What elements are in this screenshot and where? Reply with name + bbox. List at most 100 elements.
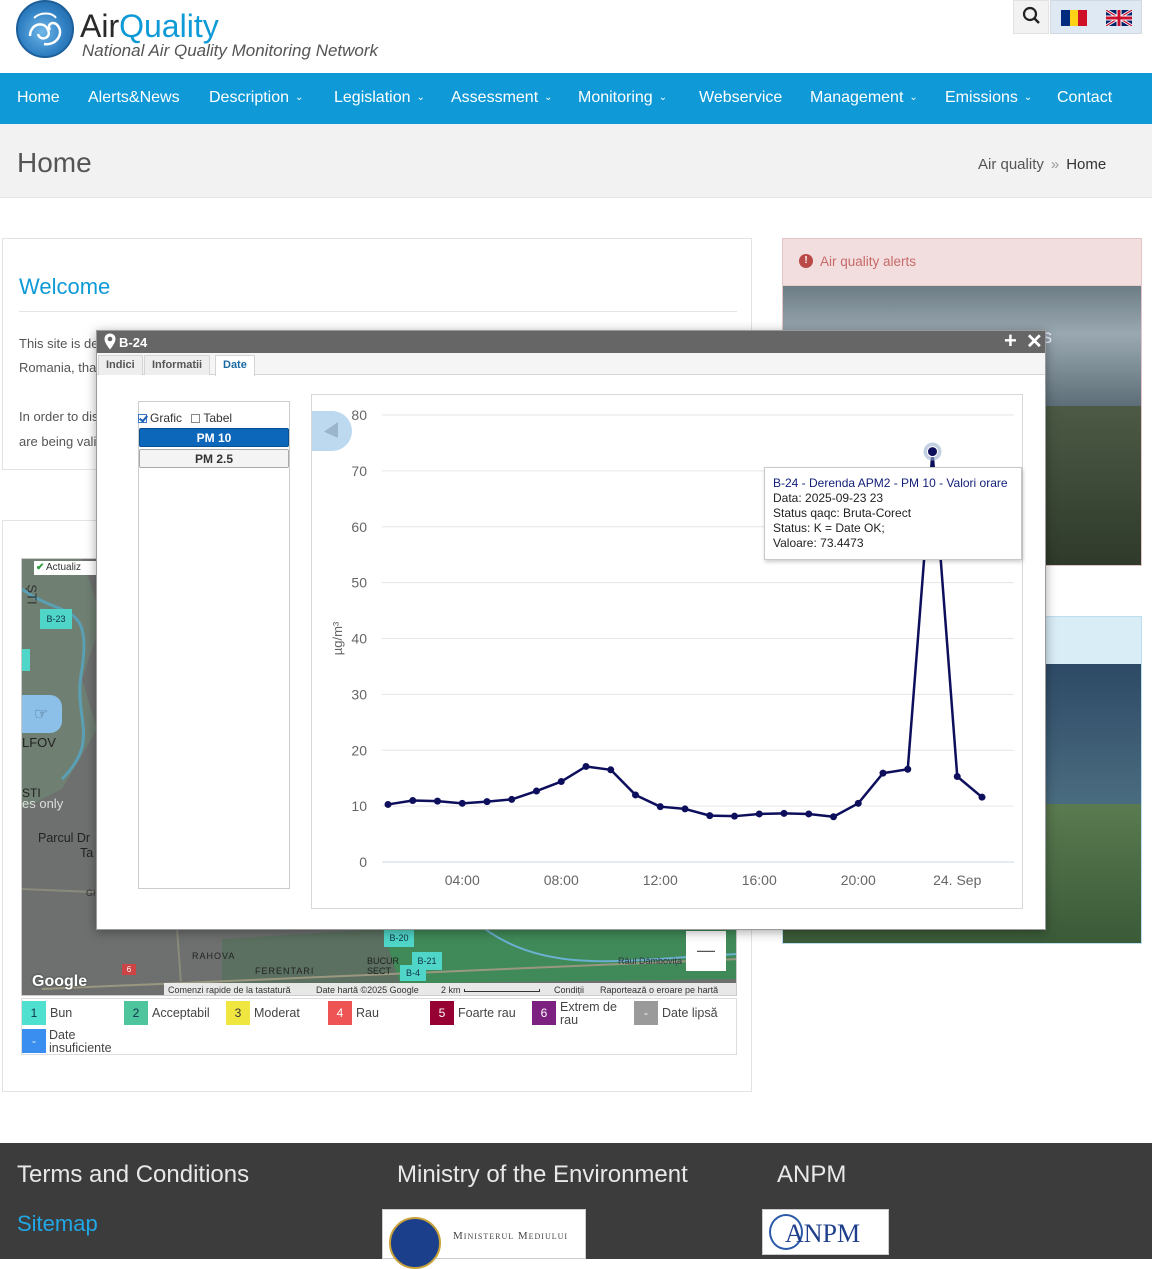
x-tick-label: 16:00 [742, 872, 777, 888]
map-label: Ta [80, 846, 94, 860]
site-header: AirQuality National Air Quality Monitori… [0, 0, 1152, 72]
tooltip-date: Data: 2025-09-23 23 [773, 491, 884, 505]
x-tick-label: 24. Sep [933, 872, 981, 888]
legend-label: Bun [50, 1006, 73, 1020]
station-data-dialog: B-24 + ✕ Indici Informatii Date Grafic T… [96, 330, 1046, 930]
chevron-down-icon: ⌄ [909, 92, 918, 103]
map-label: Parcul Dr [38, 831, 91, 845]
footer-terms-title[interactable]: Terms and Conditions [17, 1161, 249, 1189]
road-number-badge: 6 [122, 964, 136, 975]
map-toggle-button[interactable]: ☞ [22, 695, 62, 733]
grafic-label[interactable]: Grafic [150, 411, 182, 425]
page-title: Home [17, 147, 92, 178]
chevron-down-icon: ⌄ [658, 92, 668, 103]
station-marker[interactable]: B-4 [400, 965, 426, 981]
map-label: es only [22, 796, 64, 811]
footer-ministry-title: Ministry of the Environment [397, 1161, 688, 1188]
station-marker[interactable]: B-20 [384, 929, 414, 947]
logo-icon[interactable] [16, 0, 74, 58]
welcome-text-line: Romania, tha [19, 360, 97, 375]
close-icon[interactable]: ✕ [1026, 331, 1043, 353]
welcome-title: Welcome [19, 274, 111, 299]
keyboard-shortcuts-link[interactable]: Comenzi rapide de la tastatură [168, 983, 291, 995]
tabel-checkbox[interactable] [191, 414, 201, 423]
data-point [607, 766, 615, 774]
map-label: LFOV [22, 735, 56, 750]
alerts-header[interactable]: ! Air quality alerts [783, 239, 1141, 286]
tab-date[interactable]: Date [215, 355, 255, 376]
report-error-link[interactable]: Raportează o eroare pe hartă [600, 983, 718, 995]
government-seal-icon [389, 1217, 441, 1269]
map-label: FERENTARI [255, 966, 315, 976]
terms-link[interactable]: Condiții [554, 983, 584, 995]
tooltip-title: B-24 - Derenda APM2 - PM 10 - Valori ora… [773, 476, 1008, 490]
chart-container: 0 10 20 30 40 50 60 70 80 µg/m³ 04:00 08:00 12:00 16:… [311, 394, 1023, 909]
logo-title[interactable]: AirQuality [80, 8, 219, 45]
y-axis-title: µg/m³ [330, 621, 345, 655]
data-point [458, 799, 466, 807]
map-label: BUCUR [367, 956, 400, 966]
ministry-logo[interactable]: Ministerul Mediului [382, 1209, 586, 1269]
update-badge[interactable]: ✔ Actualiz [34, 561, 104, 575]
chevron-down-icon: ⌄ [295, 92, 304, 103]
x-tick-label: 04:00 [445, 872, 480, 888]
data-point [805, 810, 813, 818]
nav-legislation[interactable]: Legislation ⌄ [334, 89, 425, 107]
map-data-label: Date hartă ©2025 Google [316, 985, 419, 995]
tab-indici[interactable]: Indici [98, 355, 143, 375]
nav-contact[interactable]: Contact [1057, 89, 1112, 107]
sitemap-link[interactable]: Sitemap [17, 1211, 98, 1237]
data-point [904, 765, 912, 773]
breadcrumb-separator: » [1050, 156, 1060, 173]
data-point [830, 813, 837, 821]
nav-webservice[interactable]: Webservice [699, 89, 782, 107]
data-point [953, 773, 961, 781]
page-title-bar: Home Air quality » Home [0, 124, 1152, 198]
data-point [483, 798, 491, 806]
pm25-button[interactable]: PM 2.5 [139, 449, 289, 468]
legend-swatch: - [634, 1001, 658, 1025]
tabel-label[interactable]: Tabel [203, 411, 232, 425]
tooltip-status: Status: K = Date OK; [773, 521, 885, 535]
divider [19, 311, 737, 312]
y-tick-label: 10 [351, 798, 367, 814]
zoom-out-button[interactable]: — [686, 931, 726, 971]
tab-informatii[interactable]: Informatii [144, 355, 211, 375]
nav-assessment[interactable]: Assessment ⌄ [451, 89, 553, 107]
pm10-button[interactable]: PM 10 [139, 428, 289, 447]
nav-monitoring[interactable]: Monitoring ⌄ [578, 89, 667, 107]
nav-alerts-news[interactable]: Alerts&News [88, 89, 180, 107]
romania-flag-icon[interactable] [1061, 10, 1087, 26]
x-tick-label: 20:00 [841, 872, 876, 888]
station-marker[interactable]: B-23 [40, 609, 72, 629]
nav-home[interactable]: Home [17, 89, 60, 107]
map-label: RAHOVA [192, 951, 236, 961]
welcome-text-line: In order to dis [19, 409, 99, 424]
anpm-logo[interactable]: ANPM [762, 1209, 889, 1255]
nav-emissions[interactable]: Emissions ⌄ [945, 89, 1032, 107]
chart-menu-toggle[interactable] [312, 411, 352, 451]
search-icon [1022, 6, 1040, 24]
data-point [854, 799, 862, 807]
scale-label[interactable]: 2 km [441, 983, 461, 995]
chevron-down-icon: ⌄ [544, 92, 553, 103]
y-tick-label: 80 [351, 407, 367, 423]
search-button[interactable] [1013, 0, 1049, 34]
station-marker-partial[interactable] [22, 649, 30, 671]
dialog-title-bar[interactable]: B-24 + ✕ [97, 330, 1045, 353]
nav-description[interactable]: Description ⌄ [209, 89, 303, 107]
scale-bar [464, 989, 540, 992]
data-point [434, 797, 441, 805]
legend-swatch: 6 [532, 1001, 556, 1025]
legend-label: Date insuficiente [49, 1028, 112, 1055]
maximize-icon[interactable]: + [1004, 330, 1017, 352]
logo-subtitle: National Air Quality Monitoring Network [82, 41, 379, 60]
grafic-checkbox[interactable] [138, 414, 147, 423]
uk-flag-icon[interactable] [1105, 8, 1133, 28]
data-point [656, 803, 664, 811]
welcome-text-line: This site is de [19, 336, 99, 351]
google-logo[interactable]: Google [32, 973, 87, 991]
legend-label: Moderat [254, 1006, 300, 1020]
nav-management[interactable]: Management ⌄ [810, 89, 918, 107]
breadcrumb-link-air-quality[interactable]: Air quality [978, 156, 1044, 173]
